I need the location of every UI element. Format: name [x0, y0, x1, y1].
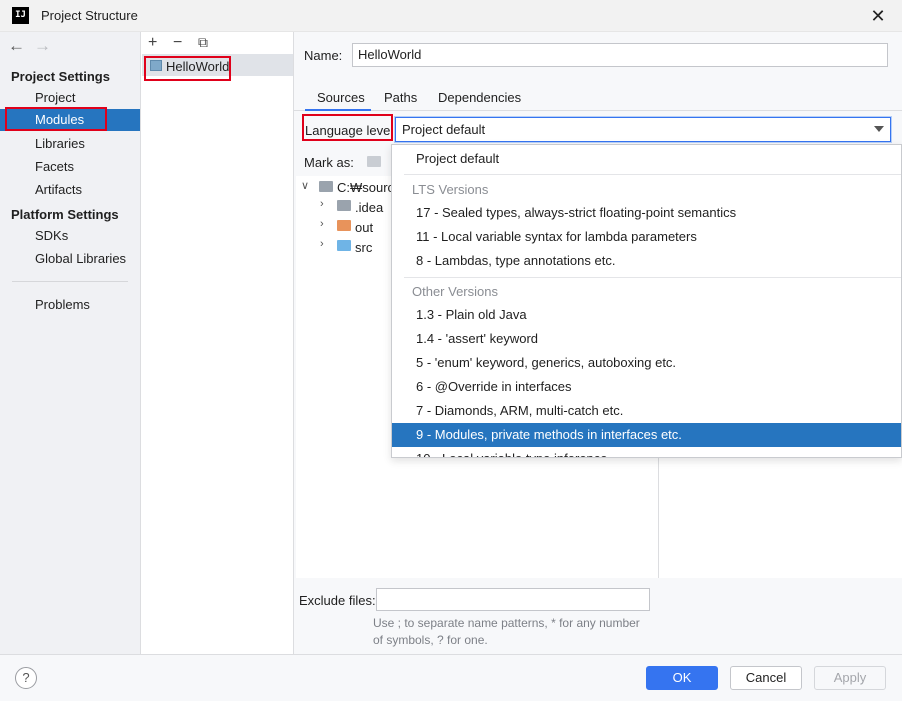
forward-arrow-icon[interactable]: → [34, 36, 51, 56]
exclude-hint-line-2: of symbols, ? for one. [373, 633, 488, 647]
modules-list-pane [141, 32, 294, 654]
sidebar-item-problems[interactable]: Problems [0, 294, 140, 316]
sidebar-item-global-libraries[interactable]: Global Libraries [0, 248, 140, 270]
copy-icon[interactable]: ⧉ [198, 34, 208, 51]
language-level-dropdown: Project default LTS Versions 17 - Sealed… [391, 144, 902, 458]
modules-highlight-box [5, 107, 107, 131]
sidebar-item-libraries[interactable]: Libraries [0, 133, 140, 155]
option-lts-8[interactable]: 8 - Lambdas, type annotations etc. [392, 249, 901, 273]
option-project-default[interactable]: Project default [392, 147, 901, 171]
back-arrow-icon[interactable]: ← [8, 36, 25, 56]
close-icon[interactable]: ✕ [866, 4, 890, 28]
window-title: Project Structure [41, 8, 138, 23]
tabs-divider [294, 110, 902, 111]
mark-as-label: Mark as: [304, 155, 354, 170]
option-10[interactable]: 10 - Local variable type inference [392, 447, 901, 457]
exclude-hint-line-1: Use ; to separate name patterns, * for a… [373, 616, 640, 630]
tab-paths[interactable]: Paths [384, 90, 417, 105]
sidebar-item-sdks[interactable]: SDKs [0, 225, 140, 247]
exclude-files-label: Exclude files: [299, 593, 376, 608]
chevron-right-icon[interactable]: › [320, 198, 324, 210]
option-lts-17[interactable]: 17 - Sealed types, always-strict floatin… [392, 201, 901, 225]
tree-item-src[interactable]: src [355, 240, 372, 255]
name-label: Name: [304, 48, 343, 63]
tree-item-out[interactable]: out [355, 220, 373, 235]
tree-item-idea[interactable]: .idea [355, 200, 383, 215]
dropdown-separator [404, 174, 901, 175]
language-level-highlight-box [302, 114, 393, 141]
source-folder-icon [337, 240, 351, 251]
option-9-selected[interactable]: 9 - Modules, private methods in interfac… [392, 423, 901, 447]
add-icon[interactable]: + [148, 34, 157, 52]
active-tab-indicator [305, 109, 371, 111]
option-1-3[interactable]: 1.3 - Plain old Java [392, 303, 901, 327]
sources-folder-icon[interactable] [367, 156, 381, 167]
language-level-combo[interactable]: Project default [395, 117, 891, 142]
other-versions-header: Other Versions [412, 284, 498, 299]
sidebar-item-artifacts[interactable]: Artifacts [0, 179, 140, 201]
ok-button[interactable]: OK [646, 666, 718, 690]
option-7[interactable]: 7 - Diamonds, ARM, multi-catch etc. [392, 399, 901, 423]
excluded-folder-icon [337, 220, 351, 231]
option-6[interactable]: 6 - @Override in interfaces [392, 375, 901, 399]
sidebar-divider [12, 281, 128, 282]
chevron-down-icon[interactable]: ∨ [301, 179, 309, 192]
module-name-field[interactable]: HelloWorld [352, 43, 888, 67]
chevron-right-icon[interactable]: › [320, 238, 324, 250]
folder-icon [337, 200, 351, 211]
tab-dependencies[interactable]: Dependencies [438, 90, 521, 105]
intellij-app-icon: IJ [12, 7, 29, 24]
sidebar-item-project[interactable]: Project [0, 87, 140, 109]
option-lts-11[interactable]: 11 - Local variable syntax for lambda pa… [392, 225, 901, 249]
remove-icon[interactable]: − [173, 34, 182, 52]
help-icon[interactable]: ? [15, 667, 37, 689]
dropdown-separator [404, 277, 901, 278]
chevron-down-icon[interactable] [874, 126, 884, 132]
tab-sources[interactable]: Sources [317, 90, 365, 105]
sidebar-item-facets[interactable]: Facets [0, 156, 140, 178]
option-1-4[interactable]: 1.4 - 'assert' keyword [392, 327, 901, 351]
project-settings-header: Project Settings [11, 69, 110, 84]
cancel-button[interactable]: Cancel [730, 666, 802, 690]
helloworld-highlight-box [144, 56, 231, 81]
chevron-right-icon[interactable]: › [320, 218, 324, 230]
platform-settings-header: Platform Settings [11, 207, 119, 222]
apply-button[interactable]: Apply [814, 666, 886, 690]
lts-versions-header: LTS Versions [412, 182, 489, 197]
option-5[interactable]: 5 - 'enum' keyword, generics, autoboxing… [392, 351, 901, 375]
folder-icon [319, 181, 333, 192]
exclude-files-field[interactable] [376, 588, 650, 611]
